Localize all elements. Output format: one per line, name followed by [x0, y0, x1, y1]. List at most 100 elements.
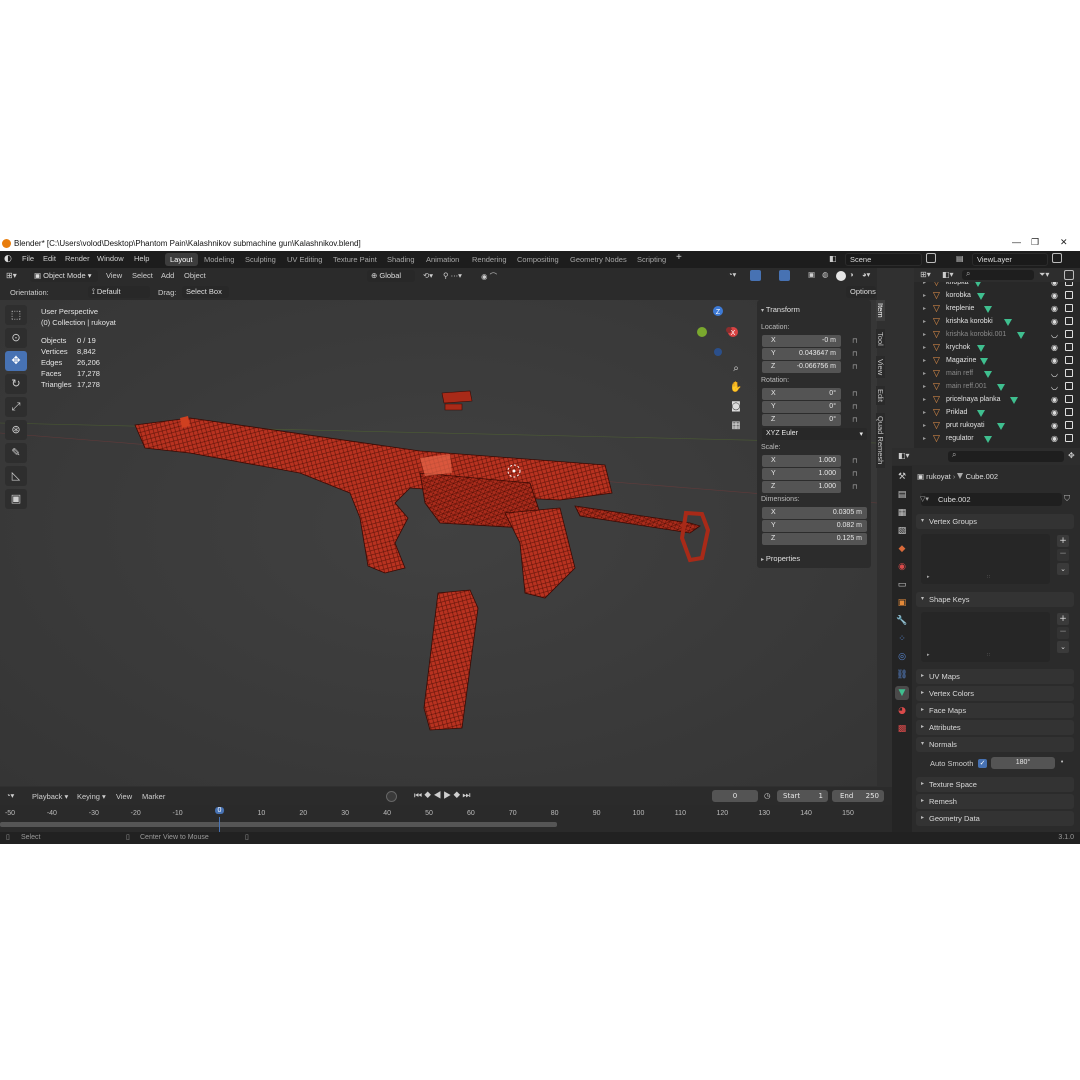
eye-visibility-icon[interactable]: ◉: [1051, 317, 1058, 326]
properties-editor-icon[interactable]: ◧▾: [898, 451, 910, 460]
scale-y-field[interactable]: Y 1.000: [762, 468, 841, 480]
play-icon[interactable]: ▶: [443, 790, 453, 800]
outliner-item[interactable]: ▸ ▽ krychok ◉: [914, 342, 1080, 355]
new-collection-icon[interactable]: [1064, 270, 1074, 280]
outliner-item[interactable]: ▸ ▽ knopka ◉: [914, 282, 1080, 290]
outliner-editor-icon[interactable]: ⊞▾: [920, 270, 931, 279]
blender-menu-icon[interactable]: ◐: [4, 254, 12, 264]
outliner-item[interactable]: ▸ ▽ main reff.001 ◡: [914, 381, 1080, 394]
snap-icon[interactable]: ⚲ ⋯▾: [443, 271, 462, 280]
render-visibility-icon[interactable]: [1065, 282, 1073, 286]
tab-item[interactable]: Item: [876, 300, 885, 321]
geometry-data-panel[interactable]: ▸ Geometry Data: [916, 811, 1074, 826]
transform-tool-icon[interactable]: ⊛: [5, 420, 27, 440]
uv-maps-panel[interactable]: ▸ UV Maps: [916, 669, 1074, 684]
modifier-tab-icon[interactable]: 🔧: [895, 614, 909, 628]
properties-panel-header[interactable]: ▸ Properties: [761, 554, 800, 563]
render-visibility-icon[interactable]: [1065, 395, 1073, 403]
lock-icon[interactable]: ⊓: [852, 470, 857, 478]
cursor-tool-icon[interactable]: ⊙: [5, 328, 27, 348]
outliner-search-input[interactable]: [962, 270, 1034, 280]
lock-icon[interactable]: ⊓: [852, 457, 857, 465]
remesh-panel[interactable]: ▸ Remesh: [916, 794, 1074, 809]
properties-search-input[interactable]: [948, 451, 1064, 462]
tab-rendering[interactable]: Rendering: [467, 253, 512, 266]
output-tab-icon[interactable]: ▦: [895, 506, 909, 520]
shape-keys-panel[interactable]: ▾ Shape Keys: [916, 592, 1074, 607]
mesh-name-field[interactable]: Cube.002: [921, 493, 1062, 506]
render-visibility-icon[interactable]: [1065, 408, 1073, 416]
eye-visibility-icon[interactable]: ◉: [1051, 304, 1058, 313]
render-visibility-icon[interactable]: [1065, 317, 1073, 325]
eye-visibility-icon[interactable]: ◡: [1051, 330, 1058, 339]
location-y-field[interactable]: Y 0.043647 m: [762, 348, 841, 360]
timeline-scrollbar[interactable]: [0, 822, 557, 827]
dimension-x-field[interactable]: X 0.0305 m: [762, 507, 867, 519]
rotation-x-field[interactable]: X 0°: [762, 388, 841, 400]
overlay-toggle-icon[interactable]: [779, 270, 790, 281]
lock-icon[interactable]: ⊓: [852, 390, 857, 398]
outliner-item[interactable]: ▸ ▽ krishka korobki ◉: [914, 316, 1080, 329]
outliner-item[interactable]: ▸ ▽ Priklad ◉: [914, 407, 1080, 420]
expand-arrow-icon[interactable]: ▸: [923, 344, 926, 351]
viewport-menu-object[interactable]: Object: [184, 271, 206, 280]
lock-icon[interactable]: ⊓: [852, 483, 857, 491]
tab-tool[interactable]: Tool: [876, 328, 885, 349]
vertex-groups-panel[interactable]: ▾ Vertex Groups: [916, 514, 1074, 529]
tab-texture-paint[interactable]: Texture Paint: [328, 253, 382, 266]
remove-shape-key-button[interactable]: −: [1057, 627, 1069, 639]
annotate-tool-icon[interactable]: ✎: [5, 443, 27, 463]
tab-view[interactable]: View: [876, 356, 885, 379]
collection-tab-icon[interactable]: ▭: [895, 578, 909, 592]
expand-arrow-icon[interactable]: ▸: [923, 409, 926, 416]
eye-visibility-icon[interactable]: ◉: [1051, 282, 1058, 287]
viewport-menu-view[interactable]: View: [106, 271, 122, 280]
dimension-y-field[interactable]: Y 0.082 m: [762, 520, 867, 532]
mesh-data-tab-icon[interactable]: ▼: [895, 686, 909, 700]
expand-arrow-icon[interactable]: ▸: [923, 396, 926, 403]
jump-end-icon[interactable]: ⏭: [462, 790, 472, 800]
add-cube-tool-icon[interactable]: ▣: [5, 489, 27, 509]
measure-tool-icon[interactable]: ◺: [5, 466, 27, 486]
add-shape-key-button[interactable]: +: [1057, 613, 1069, 625]
filter-icon[interactable]: ⏷▾: [1039, 270, 1049, 280]
clock-icon[interactable]: ◷: [764, 791, 771, 800]
new-view-layer-icon[interactable]: [1052, 253, 1062, 263]
expand-arrow-icon[interactable]: ▸: [923, 370, 926, 377]
material-tab-icon[interactable]: ◕: [895, 704, 909, 718]
scene-tab-icon[interactable]: ◆: [895, 542, 909, 556]
jump-start-icon[interactable]: ⏮: [414, 790, 424, 800]
timeline-view-menu[interactable]: View: [116, 792, 132, 801]
mode-dropdown[interactable]: ▣ Object Mode ▾: [30, 270, 98, 282]
expand-arrow-icon[interactable]: ▸: [923, 357, 926, 364]
normals-panel[interactable]: ▾ Normals: [916, 737, 1074, 752]
orientation-dropdown[interactable]: ⟟ Default: [88, 286, 150, 298]
render-visibility-icon[interactable]: [1065, 434, 1073, 442]
tab-quad-remesh[interactable]: Quad Remesh: [876, 413, 885, 468]
render-visibility-icon[interactable]: [1065, 356, 1073, 364]
location-x-field[interactable]: X -0 m: [762, 335, 841, 347]
texture-space-panel[interactable]: ▸ Texture Space: [916, 777, 1074, 792]
rotation-mode-dropdown[interactable]: XYZ Euler ▾: [762, 428, 867, 440]
gizmo-neg-z-axis[interactable]: [714, 348, 722, 356]
close-button[interactable]: ✕: [1060, 237, 1068, 248]
world-tab-icon[interactable]: ◉: [895, 560, 909, 574]
outliner-item[interactable]: ▸ ▽ pricelnaya planka ◉: [914, 394, 1080, 407]
outliner-item[interactable]: ▸ ▽ korobka ◉: [914, 290, 1080, 303]
lock-icon[interactable]: ⊓: [852, 403, 857, 411]
menu-file[interactable]: File: [22, 254, 34, 263]
viewport-menu-select[interactable]: Select: [132, 271, 153, 280]
gizmo-toggle-icon[interactable]: [750, 270, 761, 281]
tab-shading[interactable]: Shading: [382, 253, 420, 266]
solid-shading-icon[interactable]: [836, 271, 846, 281]
menu-help[interactable]: Help: [134, 254, 149, 263]
mesh-browse-icon[interactable]: ▽▾: [920, 495, 929, 503]
menu-window[interactable]: Window: [97, 254, 124, 263]
tab-modeling[interactable]: Modeling: [199, 253, 239, 266]
constraints-tab-icon[interactable]: ⛓: [895, 668, 909, 682]
expand-arrow-icon[interactable]: ▸: [923, 435, 926, 442]
vertex-group-specials-button[interactable]: ⌄: [1057, 563, 1069, 575]
particles-tab-icon[interactable]: ⁘: [895, 632, 909, 646]
current-frame-field[interactable]: 0: [712, 790, 758, 802]
end-frame-field[interactable]: End 250: [832, 790, 884, 802]
